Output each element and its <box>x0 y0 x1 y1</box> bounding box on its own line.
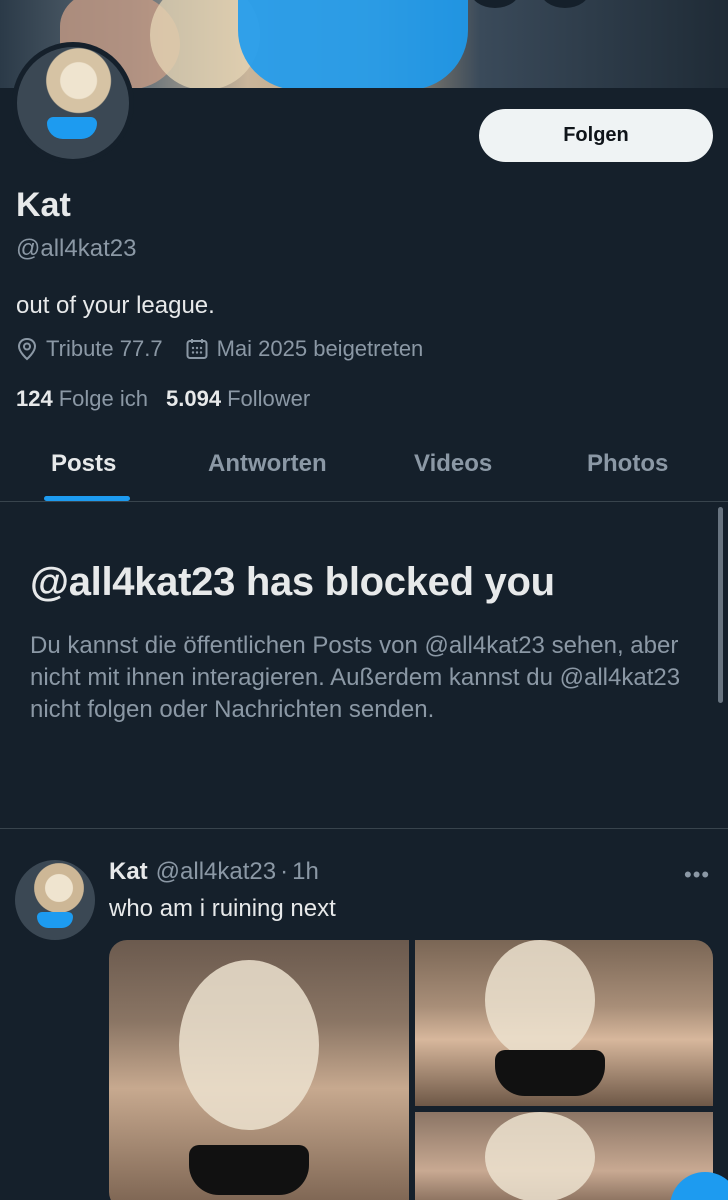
followers-link[interactable]: 5.094 Follower <box>166 386 310 412</box>
blocked-message: Du kannst die öffentlichen Posts von @al… <box>30 632 681 723</box>
photo-hair-shape <box>485 1112 595 1200</box>
profile-avatar[interactable] <box>12 42 134 164</box>
banner-swimsuit-shape <box>238 0 468 88</box>
tweet-photo-3[interactable] <box>415 1112 713 1200</box>
profile-joined-text: Mai 2025 beigetreten <box>216 336 424 361</box>
following-label: Folge ich <box>58 386 148 411</box>
tweet-author-handle[interactable]: @all4kat23 <box>156 858 276 886</box>
profile-location: Tribute 77.7 <box>16 336 163 362</box>
avatar-image <box>17 47 129 159</box>
blocked-title: @all4kat23 has blocked you <box>30 560 555 604</box>
photo-hair-shape <box>179 960 319 1130</box>
tweet-separator: · <box>280 858 289 885</box>
tab-posts[interactable]: Posts <box>51 450 116 478</box>
profile-bio: out of your league. <box>16 292 215 319</box>
profile-stats: 124 Folge ich 5.094 Follower <box>16 386 328 412</box>
profile-name: Kat <box>16 186 71 224</box>
following-count: 124 <box>16 386 53 411</box>
tweet-author-name[interactable]: Kat <box>109 858 148 886</box>
followers-count: 5.094 <box>166 386 222 411</box>
followers-label: Follower <box>227 386 311 411</box>
profile-location-text: Tribute 77.7 <box>46 336 163 361</box>
banner-overlay-circle <box>470 0 520 8</box>
more-horizontal-icon[interactable]: ••• <box>684 862 710 888</box>
profile-tabs: Posts Antworten Videos Photos <box>0 432 728 502</box>
scrollbar[interactable] <box>718 507 723 703</box>
following-link[interactable]: 124 Folge ich <box>16 386 148 412</box>
calendar-icon <box>186 339 208 359</box>
profile-page: Folgen Kat @all4kat23 out of your league… <box>0 0 728 1200</box>
tweet-photo-1[interactable] <box>109 940 409 1200</box>
photo-hair-shape <box>485 940 595 1060</box>
active-tab-indicator <box>44 496 130 501</box>
profile-joined: Mai 2025 beigetreten <box>185 336 424 362</box>
tab-antworten[interactable]: Antworten <box>208 450 327 478</box>
photo-top-shape <box>189 1145 309 1195</box>
tab-photos[interactable]: Photos <box>587 450 668 478</box>
tweet-avatar[interactable] <box>15 860 95 940</box>
tweet-text: who am i ruining next <box>109 895 336 922</box>
profile-meta: Tribute 77.7 Mai 2025 beigetreten <box>16 336 445 362</box>
location-pin-icon <box>17 337 37 361</box>
tweet-media-grid <box>109 940 713 1200</box>
tweet-photo-2[interactable] <box>415 940 713 1106</box>
tweet-header: Kat @all4kat23 · 1h <box>109 858 319 886</box>
tweet-timestamp[interactable]: 1h <box>292 858 319 886</box>
photo-top-shape <box>495 1050 605 1096</box>
follow-button[interactable]: Folgen <box>479 109 713 162</box>
profile-handle: @all4kat23 <box>16 235 137 262</box>
divider <box>0 828 728 829</box>
tab-videos[interactable]: Videos <box>414 450 492 478</box>
banner-overlay-circle <box>540 0 590 8</box>
